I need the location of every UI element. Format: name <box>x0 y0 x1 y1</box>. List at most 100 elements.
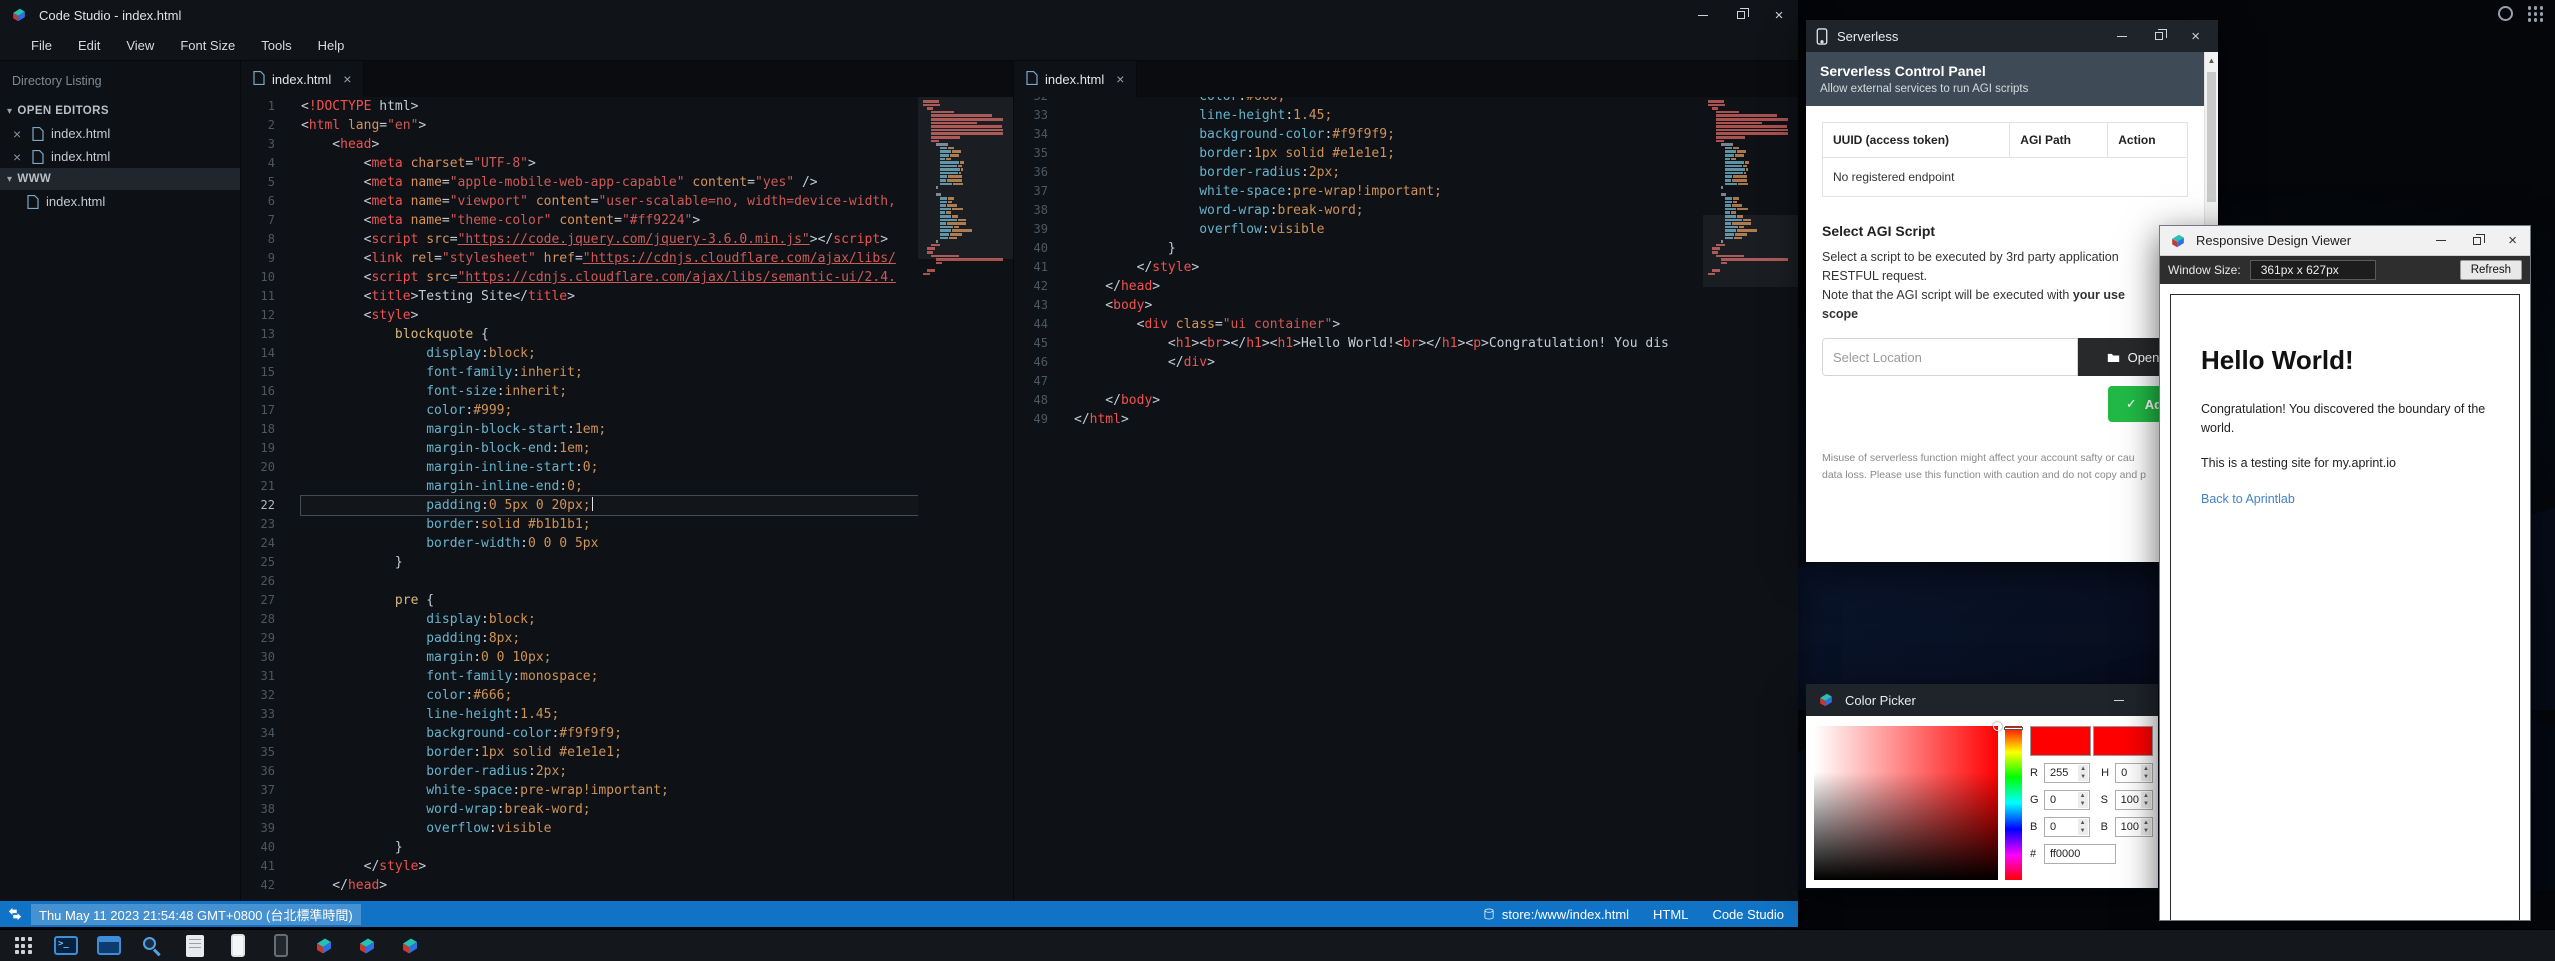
taskbar-device-icon[interactable] <box>268 933 294 959</box>
code-area[interactable]: <!DOCTYPE html><html lang="en"> <head> <… <box>288 97 918 895</box>
menu-item-help[interactable]: Help <box>305 30 358 60</box>
tab-close-icon[interactable]: × <box>343 71 351 87</box>
stepper-icon[interactable]: ▲▼ <box>2141 792 2151 808</box>
code-line[interactable]: margin-block-start:1em; <box>301 420 918 439</box>
code-line[interactable]: <script src="https://code.jquery.com/jqu… <box>301 230 918 249</box>
code-line[interactable]: <meta name="theme-color" content="#ff922… <box>301 211 918 230</box>
title-bar[interactable]: Code Studio - index.html × <box>0 0 1798 30</box>
window-size-value[interactable]: 361px x 627px <box>2250 260 2376 280</box>
status-file-path[interactable]: store:/www/index.html <box>1483 907 1629 922</box>
minimap[interactable] <box>918 97 1013 901</box>
title-bar[interactable]: Serverless × <box>1806 20 2218 52</box>
app-grid-icon[interactable] <box>2528 6 2544 22</box>
code-line[interactable]: <meta name="viewport" content="user-scal… <box>301 192 918 211</box>
taskbar-text-editor-icon[interactable] <box>182 933 208 959</box>
taskbar-search-icon[interactable] <box>139 933 165 959</box>
code-line[interactable]: <title>Testing Site</title> <box>301 287 918 306</box>
hue-cursor[interactable] <box>2004 727 2023 730</box>
code-line[interactable]: <h1><br></h1><h1>Hello World!<br></h1><p… <box>1074 334 1703 353</box>
code-line[interactable]: border-width:0 0 0 5px <box>301 534 918 553</box>
title-bar[interactable]: Responsive Design Viewer × <box>2160 226 2530 256</box>
code-line[interactable]: </div> <box>1074 353 1703 372</box>
code-line[interactable]: margin-block-end:1em; <box>301 439 918 458</box>
saturation-cursor[interactable] <box>1993 722 2002 731</box>
code-line[interactable]: border:1px solid #e1e1e1; <box>1074 144 1703 163</box>
sidebar-item-index.html[interactable]: index.html <box>0 190 240 213</box>
code-line[interactable]: } <box>301 838 918 857</box>
code-line[interactable] <box>1074 372 1703 391</box>
taskbar-code-studio-2-icon[interactable] <box>354 933 380 959</box>
tab-index-html[interactable]: index.html × <box>241 61 364 97</box>
code-line[interactable]: </body> <box>1074 391 1703 410</box>
code-line[interactable]: display:block; <box>301 610 918 629</box>
code-line[interactable]: <link rel="stylesheet" href="https://cdn… <box>301 249 918 268</box>
close-icon[interactable]: × <box>13 149 25 165</box>
close-button[interactable]: × <box>2191 28 2200 45</box>
code-line[interactable]: background-color:#f9f9f9; <box>301 724 918 743</box>
minimize-button[interactable] <box>2114 700 2124 701</box>
scroll-thumb[interactable] <box>2207 72 2216 202</box>
minimize-button[interactable] <box>2117 36 2127 37</box>
maximize-button[interactable] <box>2155 32 2163 40</box>
code-line[interactable]: <meta charset="UTF-8"> <box>301 154 918 173</box>
brightness-input[interactable]: 100▲▼ <box>2115 817 2153 837</box>
code-line[interactable]: margin-inline-start:0; <box>301 458 918 477</box>
code-line[interactable]: <html lang="en"> <box>301 116 918 135</box>
code-line[interactable]: overflow:visible <box>301 819 918 838</box>
stepper-icon[interactable]: ▲▼ <box>2078 765 2088 781</box>
code-line[interactable]: word-wrap:break-word; <box>301 800 918 819</box>
remote-icon[interactable] <box>8 907 22 921</box>
code-line[interactable]: white-space:pre-wrap!important; <box>1074 182 1703 201</box>
code-line[interactable]: display:block; <box>301 344 918 363</box>
code-line[interactable]: <div class="ui container"> <box>1074 315 1703 334</box>
minimap[interactable] <box>1703 97 1798 901</box>
clock-icon[interactable] <box>2498 6 2513 21</box>
code-line[interactable]: <body> <box>1074 296 1703 315</box>
hue-slider[interactable] <box>2005 726 2022 880</box>
status-app-name[interactable]: Code Studio <box>1712 907 1784 922</box>
code-line[interactable]: overflow:visible <box>1074 220 1703 239</box>
back-link[interactable]: Back to Aprintlab <box>2201 492 2295 506</box>
tab-close-icon[interactable]: × <box>1116 71 1124 87</box>
code-line[interactable] <box>301 572 918 591</box>
code-line[interactable]: border-radius:2px; <box>1074 163 1703 182</box>
title-bar[interactable]: Color Picker <box>1806 684 2158 716</box>
sidebar-item-index.html[interactable]: ×index.html <box>0 122 240 145</box>
code-line[interactable]: border:1px solid #e1e1e1; <box>301 743 918 762</box>
code-line[interactable]: border-radius:2px; <box>301 762 918 781</box>
tab-index-html[interactable]: index.html × <box>1014 61 1137 97</box>
restore-button[interactable] <box>1722 0 1760 30</box>
refresh-button[interactable]: Refresh <box>2460 260 2522 280</box>
code-line[interactable]: </style> <box>301 857 918 876</box>
scroll-up-icon[interactable]: ▲ <box>2205 52 2218 65</box>
color-swatch-current[interactable] <box>2093 726 2154 756</box>
menu-item-view[interactable]: View <box>113 30 167 60</box>
code-line[interactable]: blockquote { <box>301 325 918 344</box>
stepper-icon[interactable]: ▲▼ <box>2141 819 2151 835</box>
code-line[interactable]: font-size:inherit; <box>301 382 918 401</box>
code-area[interactable]: color:#666; line-height:1.45; background… <box>1061 97 1703 429</box>
saturation-area[interactable] <box>1814 726 1998 880</box>
status-datetime[interactable]: Thu May 11 2023 21:54:48 GMT+0800 (台北標準時… <box>31 904 361 925</box>
hue-input[interactable]: 0▲▼ <box>2115 763 2153 783</box>
code-line[interactable]: </head> <box>1074 277 1703 296</box>
status-language[interactable]: HTML <box>1653 907 1688 922</box>
code-line[interactable]: word-wrap:break-word; <box>1074 201 1703 220</box>
code-line[interactable]: background-color:#f9f9f9; <box>1074 125 1703 144</box>
taskbar-code-studio-1-icon[interactable] <box>311 933 337 959</box>
code-line[interactable]: <head> <box>301 135 918 154</box>
stepper-icon[interactable]: ▲▼ <box>2141 765 2151 781</box>
code-line[interactable]: color:#999; <box>301 401 918 420</box>
sidebar-section-open-editors[interactable]: ▾OPEN EDITORS <box>0 100 240 122</box>
code-line[interactable]: </head> <box>301 876 918 895</box>
stepper-icon[interactable]: ▲▼ <box>2078 819 2088 835</box>
code-line[interactable]: padding:0 5px 0 20px; <box>301 496 918 515</box>
code-line[interactable]: margin-inline-end:0; <box>301 477 918 496</box>
minimize-button[interactable] <box>2436 240 2446 241</box>
maximize-button[interactable] <box>2473 237 2481 245</box>
code-line[interactable]: padding:8px; <box>301 629 918 648</box>
menu-item-tools[interactable]: Tools <box>248 30 304 60</box>
code-line[interactable]: margin:0 0 10px; <box>301 648 918 667</box>
code-line[interactable]: <script src="https://cdnjs.cloudflare.co… <box>301 268 918 287</box>
code-editor[interactable]: 1234567891011121314151617181920212223242… <box>241 97 1013 901</box>
